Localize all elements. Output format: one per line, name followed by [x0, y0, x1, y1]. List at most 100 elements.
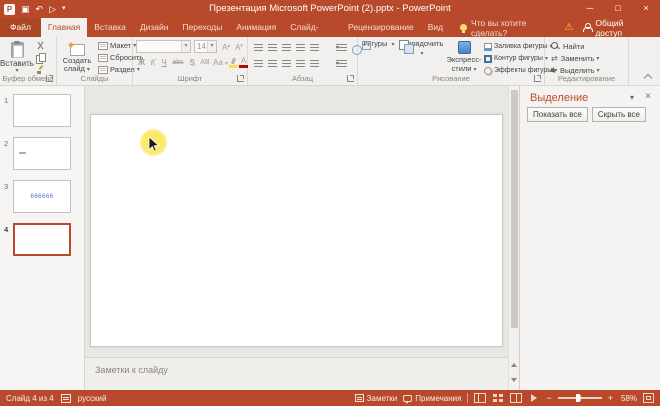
- bullets-button[interactable]: [252, 41, 265, 53]
- slideshow-view-button[interactable]: [528, 393, 540, 403]
- tab-slideshow[interactable]: Слайд-шоу: [283, 18, 341, 51]
- close-button[interactable]: ×: [632, 0, 660, 18]
- justify-button[interactable]: [294, 57, 307, 69]
- customize-qat-button[interactable]: ▾: [62, 0, 66, 18]
- notification-icon[interactable]: ⚠: [564, 18, 573, 37]
- chevron-up-icon: [511, 363, 517, 367]
- selection-pane-title: Выделение: [530, 92, 589, 104]
- next-slide-button[interactable]: [510, 374, 519, 387]
- maximize-button[interactable]: □: [604, 0, 632, 18]
- zoom-in-button[interactable]: +: [608, 393, 613, 403]
- tab-home[interactable]: Главная: [40, 18, 88, 37]
- numbering-icon: [267, 42, 278, 52]
- pane-options-button[interactable]: ▾: [630, 93, 634, 102]
- shrink-font-button[interactable]: А: [233, 40, 245, 53]
- change-case-button[interactable]: Аа: [213, 56, 228, 69]
- show-all-button[interactable]: Показать все: [527, 107, 588, 122]
- replace-button[interactable]: ⇄ Заменить: [551, 53, 599, 64]
- zoom-slider-thumb[interactable]: [575, 394, 580, 402]
- line-spacing-button[interactable]: [308, 41, 321, 53]
- align-right-button[interactable]: [280, 57, 293, 69]
- columns-button[interactable]: [308, 57, 321, 69]
- zoom-out-button[interactable]: −: [546, 393, 551, 403]
- save-button[interactable]: ▣: [21, 0, 30, 18]
- character-spacing-button[interactable]: АВ: [198, 56, 212, 69]
- clipboard-dialog-launcher[interactable]: [46, 75, 53, 82]
- bullets-icon: [253, 42, 264, 52]
- undo-button[interactable]: ↶: [36, 0, 44, 18]
- grow-font-button[interactable]: А: [220, 40, 232, 53]
- layout-label: Макет: [110, 41, 132, 50]
- selection-pane-buttons: Показать все Скрыть все: [527, 107, 646, 122]
- highlight-color-button[interactable]: [229, 56, 238, 69]
- start-slideshow-button[interactable]: ▷: [49, 0, 56, 18]
- section-label: Раздел: [110, 65, 135, 74]
- scrollbar-thumb[interactable]: [511, 90, 518, 328]
- numbering-button[interactable]: [266, 41, 279, 53]
- reading-view-button[interactable]: [510, 393, 523, 403]
- copy-button[interactable]: [34, 52, 53, 64]
- font-name-select[interactable]: [136, 40, 191, 53]
- collapse-ribbon-button[interactable]: [644, 72, 652, 80]
- normal-view-button[interactable]: [474, 393, 487, 403]
- pencil-outline-icon: [484, 54, 492, 63]
- slide-thumbnail-1[interactable]: [13, 94, 71, 127]
- drawing-dialog-launcher[interactable]: [534, 75, 541, 82]
- notes-toggle[interactable]: Заметки: [354, 394, 397, 403]
- vertical-scrollbar[interactable]: [508, 86, 519, 390]
- clipboard-group: Вставить Буфер обмена: [0, 37, 57, 85]
- quick-styles-label-2: стили: [446, 64, 482, 75]
- new-slide-button[interactable]: Создать слайд: [59, 39, 95, 79]
- slide-sorter-view-button[interactable]: [492, 393, 504, 403]
- paragraph-dialog-launcher[interactable]: [347, 75, 354, 82]
- previous-slide-button[interactable]: [510, 359, 519, 372]
- spellcheck-icon[interactable]: [60, 393, 71, 403]
- increase-indent-button[interactable]: [294, 41, 307, 53]
- slide-thumbnail-3[interactable]: 666666: [13, 180, 71, 213]
- search-icon: [551, 42, 560, 51]
- align-left-button[interactable]: [252, 57, 265, 69]
- fit-slide-button[interactable]: [643, 393, 654, 403]
- replace-icon: ⇄: [551, 54, 558, 63]
- italic-button[interactable]: К: [148, 56, 158, 69]
- strikethrough-button[interactable]: abc: [170, 56, 186, 69]
- comments-toggle[interactable]: Примечания: [403, 394, 461, 404]
- file-tab[interactable]: Файл: [0, 18, 41, 37]
- tab-design[interactable]: Дизайн: [133, 18, 176, 37]
- tell-me-box[interactable]: Что вы хотите сделать?: [460, 18, 564, 38]
- font-size-select[interactable]: 14: [194, 40, 217, 53]
- editing-group: Найти ⇄Заменить Выделить Редактирование: [545, 37, 629, 85]
- cut-button[interactable]: [34, 40, 53, 51]
- text-shadow-button[interactable]: S: [187, 56, 197, 69]
- underline-button[interactable]: Ч: [159, 56, 169, 69]
- layout-button[interactable]: Макет: [98, 40, 136, 51]
- decrease-indent-button[interactable]: [280, 41, 293, 53]
- pane-close-button[interactable]: ×: [645, 91, 651, 102]
- shape-outline-button[interactable]: Контур фигуры: [484, 53, 543, 64]
- slide-thumbnail-2[interactable]: [13, 137, 71, 170]
- scissors-icon: [36, 41, 45, 50]
- tab-transitions[interactable]: Переходы: [175, 18, 229, 37]
- increase-indent-icon: [295, 42, 306, 52]
- convert-smartart-button[interactable]: [334, 57, 356, 69]
- tab-review[interactable]: Рецензирование: [341, 18, 421, 37]
- tab-animations[interactable]: Анимация: [229, 18, 283, 37]
- minimize-button[interactable]: ─: [576, 0, 604, 18]
- bold-button[interactable]: Ж: [136, 56, 147, 69]
- hide-all-button[interactable]: Скрыть все: [591, 107, 646, 122]
- tab-view[interactable]: Вид: [421, 18, 450, 37]
- zoom-slider[interactable]: [557, 394, 602, 402]
- font-dialog-launcher[interactable]: [237, 75, 244, 82]
- powerpoint-window: Презентация Microsoft PowerPoint (2).ppt…: [0, 0, 660, 406]
- tab-insert[interactable]: Вставка: [87, 18, 133, 37]
- font-color-button[interactable]: А: [239, 56, 248, 69]
- language-button[interactable]: русский: [78, 394, 107, 403]
- paste-button[interactable]: Вставить: [0, 39, 34, 77]
- find-button[interactable]: Найти: [551, 41, 584, 52]
- notes-pane[interactable]: Заметки к слайду: [85, 357, 508, 390]
- shape-fill-button[interactable]: Заливка фигуры: [484, 41, 547, 52]
- share-button[interactable]: Общий доступ: [582, 18, 652, 38]
- zoom-percentage[interactable]: 58%: [619, 394, 637, 403]
- align-center-button[interactable]: [266, 57, 279, 69]
- slide-thumbnail-4[interactable]: [13, 223, 71, 256]
